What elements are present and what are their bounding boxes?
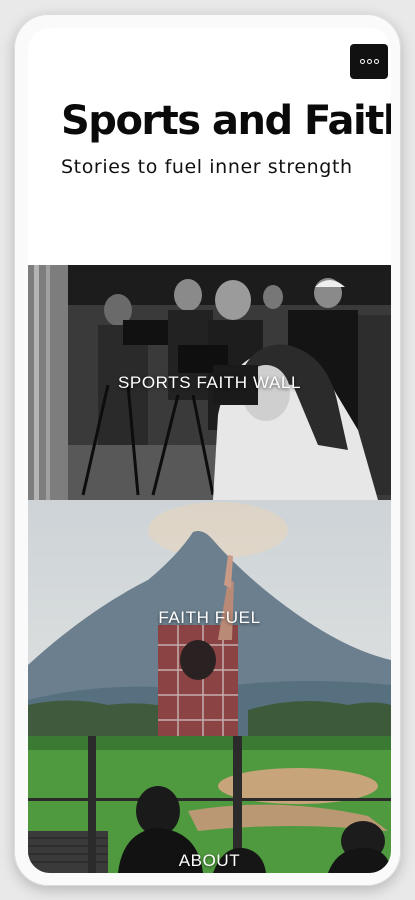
- tile-sports-faith-wall[interactable]: SPORTS FAITH WALL: [28, 265, 391, 500]
- tile-label: ABOUT: [178, 851, 241, 870]
- tile-faith-fuel[interactable]: FAITH FUEL: [28, 500, 391, 736]
- more-dots-icon[interactable]: [350, 44, 388, 79]
- page-subtitle: Stories to fuel inner strength: [61, 156, 353, 178]
- tile-about[interactable]: ABOUT: [28, 736, 391, 873]
- app-screen: Sports and Faith Stories to fuel inner s…: [28, 28, 391, 873]
- page-title: Sports and Faith: [61, 98, 391, 144]
- tile-label: FAITH FUEL: [158, 608, 261, 627]
- tile-label: SPORTS FAITH WALL: [117, 372, 302, 392]
